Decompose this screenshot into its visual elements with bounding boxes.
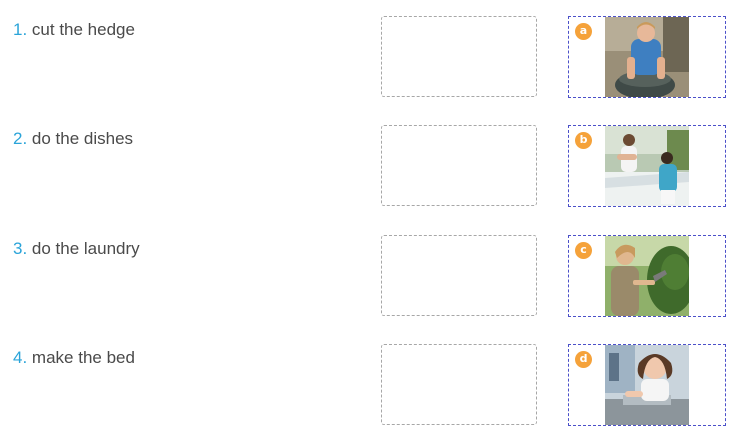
- letter-badge-d: d: [575, 351, 592, 368]
- item-label-4: 4. make the bed: [13, 348, 135, 368]
- answer-drop-zone-2[interactable]: [381, 125, 537, 206]
- woman-cutting-hedge-photo-icon: [605, 236, 689, 316]
- picture-card-a[interactable]: a: [568, 16, 726, 98]
- answer-drop-zone-1[interactable]: [381, 16, 537, 97]
- item-number-4: 4.: [13, 348, 28, 367]
- picture-card-d[interactable]: d: [568, 344, 726, 426]
- picture-card-c[interactable]: c: [568, 235, 726, 317]
- item-number-3: 3.: [13, 239, 28, 258]
- letter-badge-c: c: [575, 242, 592, 259]
- answer-drop-zone-3[interactable]: [381, 235, 537, 316]
- answer-drop-zone-4[interactable]: [381, 344, 537, 425]
- item-label-1: 1. cut the hedge: [13, 20, 135, 40]
- item-label-2: 2. do the dishes: [13, 129, 133, 149]
- letter-badge-b: b: [575, 132, 592, 149]
- item-number-1: 1.: [13, 20, 28, 39]
- item-number-2: 2.: [13, 129, 28, 148]
- picture-card-b[interactable]: b: [568, 125, 726, 207]
- item-text-2: do the dishes: [31, 129, 134, 148]
- people-making-bed-photo-icon: [605, 126, 689, 206]
- item-text-1: cut the hedge: [31, 20, 135, 39]
- girl-washing-dishes-photo-icon: [605, 345, 689, 425]
- letter-badge-a: a: [575, 23, 592, 40]
- exercise-row-3: 3. do the laundry c: [0, 235, 740, 319]
- item-text-4: make the bed: [31, 348, 135, 367]
- man-washing-clothes-photo-icon: [605, 17, 689, 97]
- item-label-3: 3. do the laundry: [13, 239, 140, 259]
- item-text-3: do the laundry: [31, 239, 140, 258]
- exercise-row-2: 2. do the dishes b: [0, 125, 740, 209]
- exercise-row-4: 4. make the bed d: [0, 344, 740, 428]
- exercise-row-1: 1. cut the hedge a: [0, 16, 740, 100]
